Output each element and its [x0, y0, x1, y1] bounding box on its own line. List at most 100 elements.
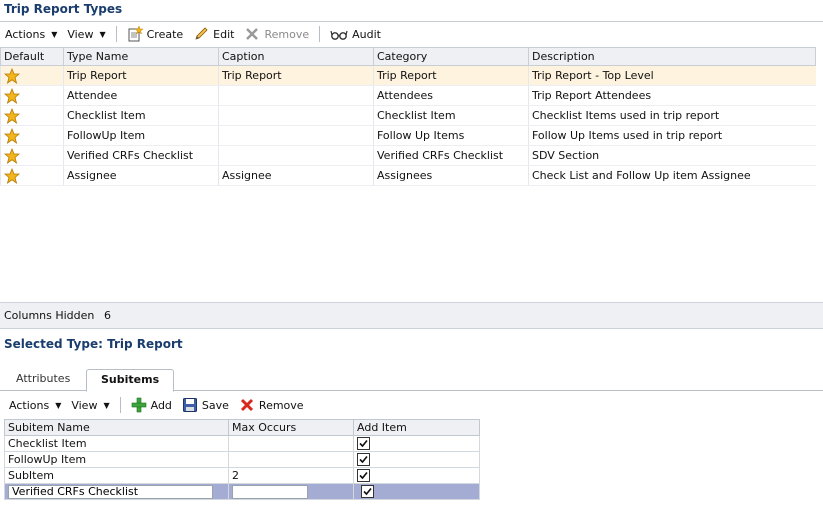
add-button[interactable]: Add: [126, 395, 177, 415]
floppy-disk-icon: [182, 398, 197, 412]
tab-attributes[interactable]: Attributes: [2, 369, 84, 390]
checkmark-icon: [359, 440, 368, 448]
column-header-max-occurs[interactable]: Max Occurs: [228, 419, 354, 436]
column-header-type-name[interactable]: Type Name: [63, 47, 219, 66]
star-icon: [4, 87, 20, 104]
add-item-checkbox[interactable]: [361, 485, 374, 499]
caption-cell: Trip Report: [218, 65, 374, 86]
default-cell: [0, 165, 64, 186]
create-button[interactable]: Create: [122, 24, 189, 44]
tab-subitems[interactable]: Subitems: [86, 369, 175, 392]
subitems-toolbar: Actions ▼ View ▼ Add Save Remove: [0, 393, 309, 417]
description-cell: Follow Up Items used in trip report: [528, 125, 816, 146]
type-name-cell: Verified CRFs Checklist: [63, 145, 219, 166]
edit-label: Edit: [213, 27, 235, 41]
subitem-name-cell: SubItem: [4, 467, 229, 484]
description-cell: Trip Report - Top Level: [528, 65, 816, 86]
checkmark-icon: [359, 472, 368, 480]
chevron-down-icon: ▼: [99, 29, 106, 39]
star-icon: [4, 107, 20, 124]
table-row[interactable]: Checklist Item Checklist Item Checklist …: [0, 105, 816, 126]
max-occurs-input[interactable]: [232, 484, 308, 499]
audit-button[interactable]: Audit: [325, 24, 386, 44]
save-label: Save: [201, 398, 229, 412]
description-cell: Check List and Follow Up item Assignee: [528, 165, 816, 186]
subitem-name-cell: [4, 483, 229, 500]
actions-menu[interactable]: Actions ▼: [0, 24, 62, 44]
toolbar-separator: [319, 26, 321, 42]
add-item-checkbox[interactable]: [357, 453, 370, 467]
table-row[interactable]: Verified CRFs Checklist Verified CRFs Ch…: [0, 145, 816, 166]
chevron-down-icon: ▼: [55, 400, 62, 410]
table-row[interactable]: SubItem 2: [4, 467, 480, 484]
remove-button[interactable]: Remove: [234, 395, 309, 415]
caption-cell: [218, 105, 374, 126]
caption-cell: Assignee: [218, 165, 374, 186]
toolbar-separator: [119, 397, 121, 413]
create-icon: [128, 26, 143, 42]
remove-button[interactable]: Remove: [239, 24, 314, 44]
description-cell: Trip Report Attendees: [528, 85, 816, 106]
table-row[interactable]: Checklist Item: [4, 435, 480, 452]
add-item-cell: [353, 435, 480, 452]
star-icon: [4, 67, 20, 84]
actions-menu[interactable]: Actions ▼: [0, 395, 66, 415]
table-row[interactable]: Assignee Assignee Assignees Check List a…: [0, 165, 816, 186]
category-cell: Trip Report: [373, 65, 529, 86]
category-cell: Verified CRFs Checklist: [373, 145, 529, 166]
columns-hidden-count: 6: [104, 309, 111, 322]
description-cell: Checklist Items used in trip report: [528, 105, 816, 126]
columns-hidden-label: Columns Hidden: [4, 309, 95, 322]
category-cell: Attendees: [373, 85, 529, 106]
category-cell: Assignees: [373, 165, 529, 186]
type-name-cell: Trip Report: [63, 65, 219, 86]
add-label: Add: [150, 398, 172, 412]
status-bar: Columns Hidden 6: [0, 302, 823, 329]
default-cell: [0, 125, 64, 146]
selected-type-title: Selected Type: Trip Report: [4, 337, 183, 351]
column-header-description[interactable]: Description: [528, 47, 816, 66]
default-cell: [0, 65, 64, 86]
add-item-checkbox[interactable]: [357, 437, 370, 451]
plus-icon: [131, 397, 146, 413]
subitem-name-cell: Checklist Item: [4, 435, 229, 452]
caption-cell: [218, 125, 374, 146]
column-header-caption[interactable]: Caption: [218, 47, 374, 66]
view-menu[interactable]: View ▼: [66, 395, 114, 415]
default-cell: [0, 145, 64, 166]
type-name-cell: Checklist Item: [63, 105, 219, 126]
column-header-subitem-name[interactable]: Subitem Name: [4, 419, 229, 436]
chevron-down-icon: ▼: [103, 400, 110, 410]
table-row[interactable]: Trip Report Trip Report Trip Report Trip…: [0, 65, 816, 86]
view-label: View: [67, 27, 94, 41]
save-button[interactable]: Save: [177, 395, 234, 415]
checkmark-icon: [359, 456, 368, 464]
column-header-add-item[interactable]: Add Item: [353, 419, 480, 436]
subitem-name-input[interactable]: [8, 484, 213, 499]
remove-label: Remove: [264, 27, 310, 41]
view-menu[interactable]: View ▼: [62, 24, 110, 44]
add-item-cell: [353, 483, 480, 500]
category-cell: Checklist Item: [373, 105, 529, 126]
add-item-cell: [353, 467, 480, 484]
star-icon: [4, 127, 20, 144]
delete-icon: [240, 398, 253, 412]
column-header-category[interactable]: Category: [373, 47, 529, 66]
create-label: Create: [146, 27, 184, 41]
default-cell: [0, 85, 64, 106]
remove-icon: [246, 28, 259, 40]
description-cell: SDV Section: [528, 145, 816, 166]
type-name-cell: Assignee: [63, 165, 219, 186]
column-header-default[interactable]: Default: [0, 47, 64, 66]
table-row[interactable]: FollowUp Item Follow Up Items Follow Up …: [0, 125, 816, 146]
max-occurs-cell: [228, 483, 354, 500]
glasses-icon: [330, 30, 348, 40]
detail-tabs: Attributes Subitems: [0, 366, 823, 392]
table-row-editing[interactable]: [4, 483, 480, 500]
table-row[interactable]: Attendee Attendees Trip Report Attendees: [0, 85, 816, 106]
table-row[interactable]: FollowUp Item: [4, 451, 480, 468]
add-item-checkbox[interactable]: [357, 469, 370, 483]
remove-label: Remove: [258, 398, 304, 412]
max-occurs-cell: 2: [228, 467, 354, 484]
edit-button[interactable]: Edit: [188, 24, 239, 44]
